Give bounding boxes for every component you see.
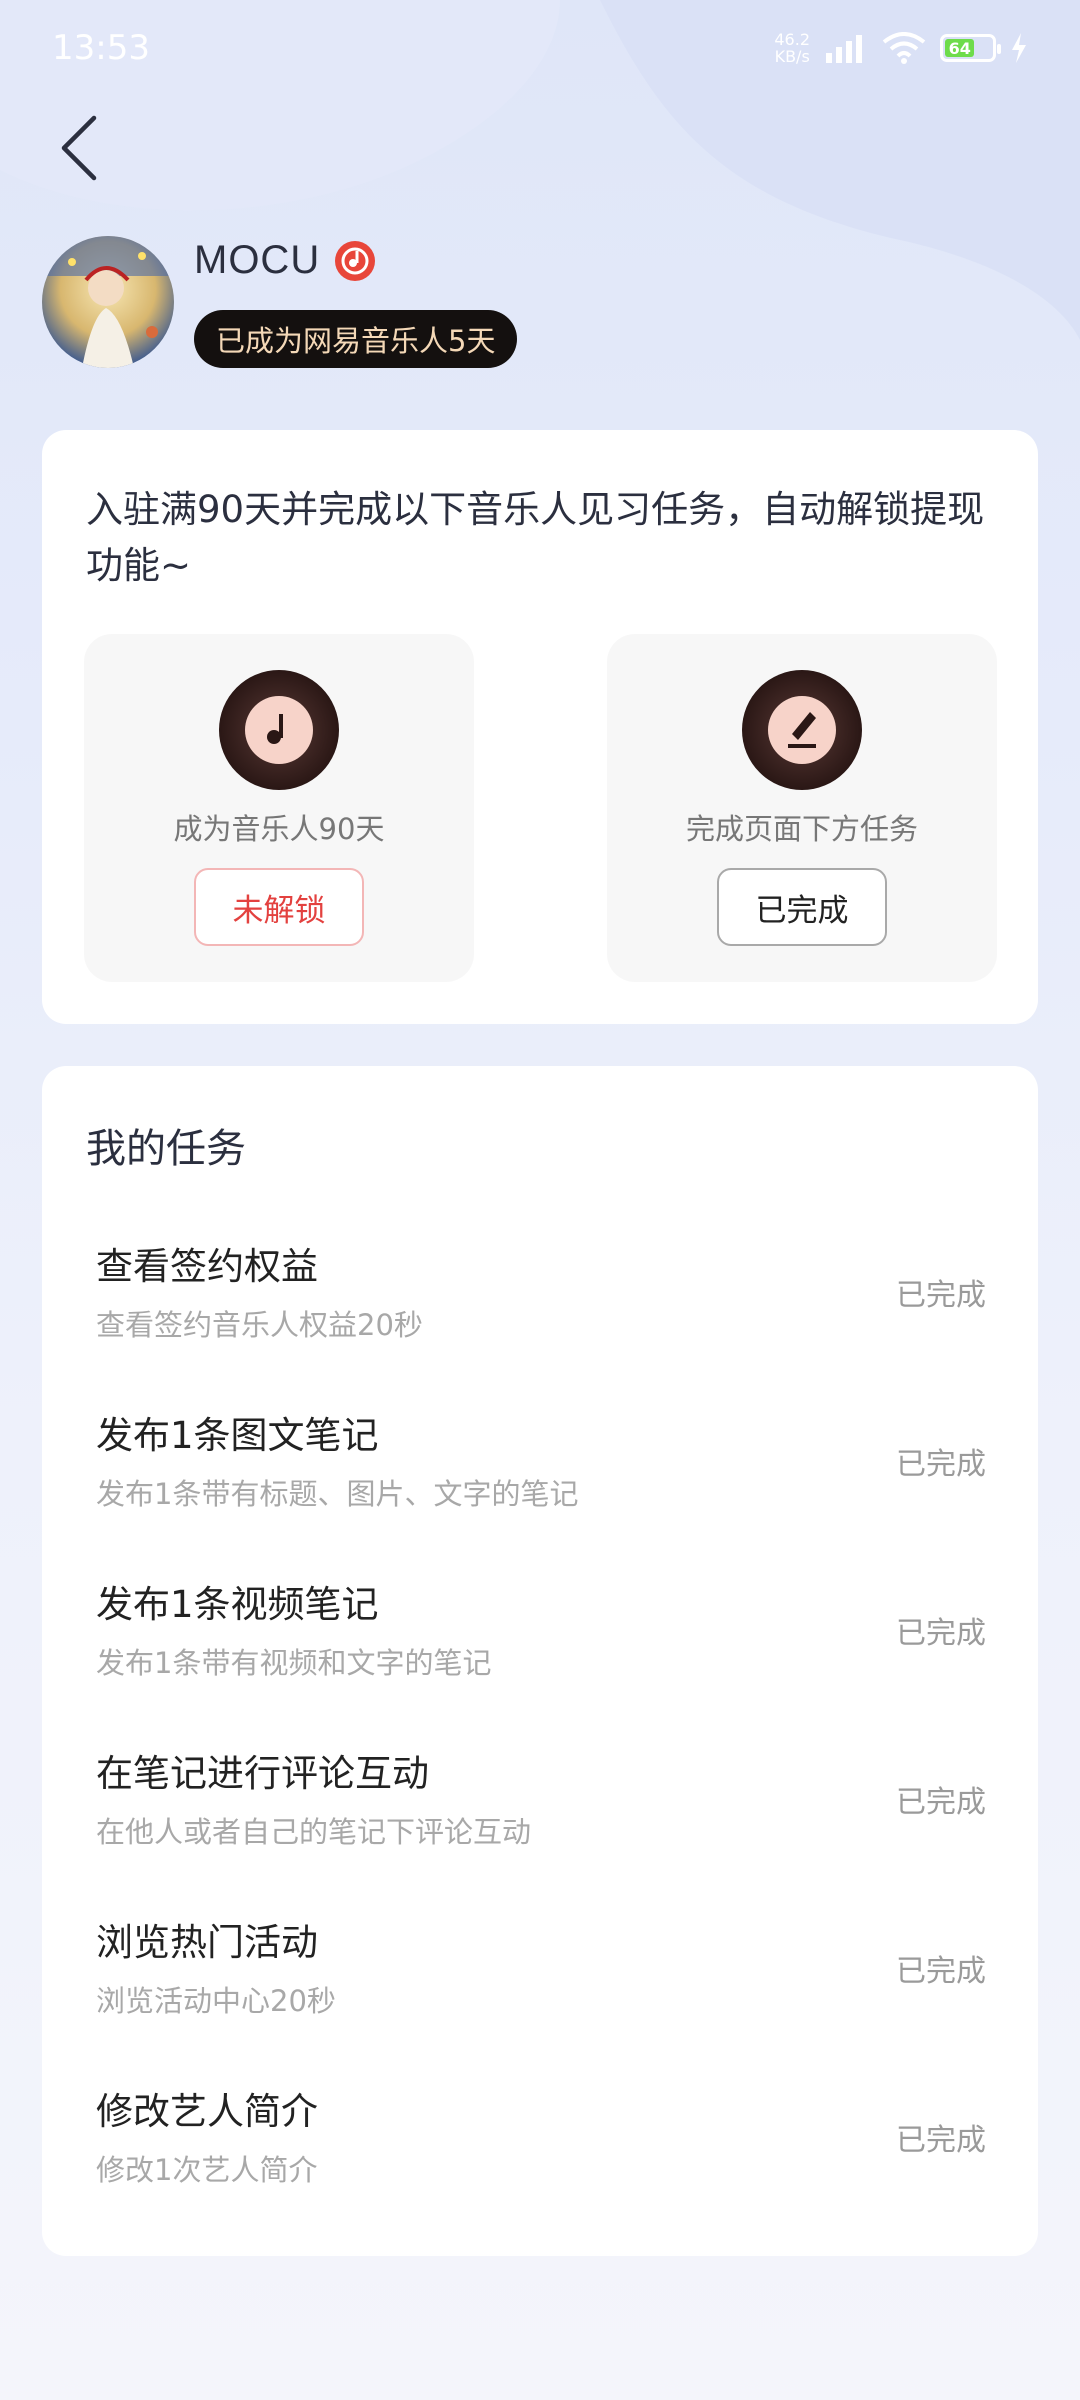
task-subtitle: 发布1条带有标题、图片、文字的笔记 — [96, 1477, 579, 1511]
pencil-disc-icon — [742, 670, 862, 790]
task-title: 修改艺人简介 — [96, 2090, 318, 2133]
unlock-item-tasks: 完成页面下方任务 已完成 — [607, 634, 997, 982]
unlock-item-label: 完成页面下方任务 — [685, 812, 918, 846]
completed-status-button[interactable]: 已完成 — [717, 868, 887, 946]
task-item[interactable]: 修改艺人简介 修改1次艺人简介 已完成 — [96, 2081, 986, 2211]
music-note-disc-icon — [219, 670, 339, 790]
task-status: 已完成 — [896, 1447, 986, 1482]
battery-level: 64 — [945, 39, 975, 58]
my-tasks-card: 我的任务 查看签约权益 查看签约音乐人权益20秒 已完成 发布1条图文笔记 发布… — [42, 1066, 1038, 2256]
status-icons: 46.2 KB/s 64 — [774, 31, 1028, 65]
task-status: 已完成 — [896, 1785, 986, 1820]
musician-days-badge: 已成为网易音乐人5天 — [194, 310, 518, 368]
task-item[interactable]: 发布1条视频笔记 发布1条带有视频和文字的笔记 已完成 — [96, 1574, 986, 1704]
status-bar: 13:53 46.2 KB/s 64 — [0, 0, 1080, 96]
task-subtitle: 修改1次艺人简介 — [96, 2153, 318, 2187]
avatar[interactable] — [42, 236, 174, 368]
task-item[interactable]: 发布1条图文笔记 发布1条带有标题、图片、文字的笔记 已完成 — [96, 1405, 986, 1535]
profile-name-row: MOCU — [194, 238, 376, 283]
task-status: 已完成 — [896, 1954, 986, 1989]
task-status: 已完成 — [896, 1616, 986, 1651]
musician-verified-icon — [335, 240, 376, 281]
unlock-item-label: 成为音乐人90天 — [173, 812, 385, 846]
task-item[interactable]: 查看签约权益 查看签约音乐人权益20秒 已完成 — [96, 1236, 986, 1366]
avatar-illustration — [42, 236, 174, 368]
task-subtitle: 在他人或者自己的笔记下评论互动 — [96, 1815, 532, 1849]
back-arrow-icon[interactable] — [56, 112, 104, 184]
task-subtitle: 查看签约音乐人权益20秒 — [96, 1308, 423, 1342]
task-title: 发布1条图文笔记 — [96, 1414, 379, 1457]
net-speed: 46.2 KB/s — [774, 31, 810, 65]
charging-icon — [1012, 33, 1026, 63]
tasks-section-title: 我的任务 — [86, 1126, 246, 1172]
task-title: 发布1条视频笔记 — [96, 1583, 379, 1626]
net-speed-unit: KB/s — [774, 47, 810, 66]
task-subtitle: 发布1条带有视频和文字的笔记 — [96, 1646, 492, 1680]
task-subtitle: 浏览活动中心20秒 — [96, 1984, 336, 2018]
task-item[interactable]: 浏览热门活动 浏览活动中心20秒 已完成 — [96, 1912, 986, 2042]
unlock-card: 入驻满90天并完成以下音乐人见习任务，自动解锁提现功能~ 成为音乐人90天 未解… — [42, 430, 1038, 1024]
signal-icon — [826, 35, 862, 63]
net-speed-value: 46.2 — [774, 30, 810, 49]
task-title: 查看签约权益 — [96, 1245, 318, 1288]
task-title: 在笔记进行评论互动 — [96, 1752, 429, 1795]
battery-icon: 64 — [940, 34, 1001, 62]
unlock-item-days: 成为音乐人90天 未解锁 — [84, 634, 474, 982]
artist-name: MOCU — [194, 238, 321, 282]
task-status: 已完成 — [896, 1278, 986, 1313]
unlock-intro-text: 入驻满90天并完成以下音乐人见习任务，自动解锁提现功能~ — [86, 488, 985, 587]
task-status: 已完成 — [896, 2123, 986, 2158]
task-title: 浏览热门活动 — [96, 1921, 318, 1964]
locked-status-button[interactable]: 未解锁 — [194, 868, 364, 946]
status-time: 13:53 — [52, 28, 150, 68]
task-item[interactable]: 在笔记进行评论互动 在他人或者自己的笔记下评论互动 已完成 — [96, 1743, 986, 1873]
wifi-icon — [882, 32, 926, 64]
